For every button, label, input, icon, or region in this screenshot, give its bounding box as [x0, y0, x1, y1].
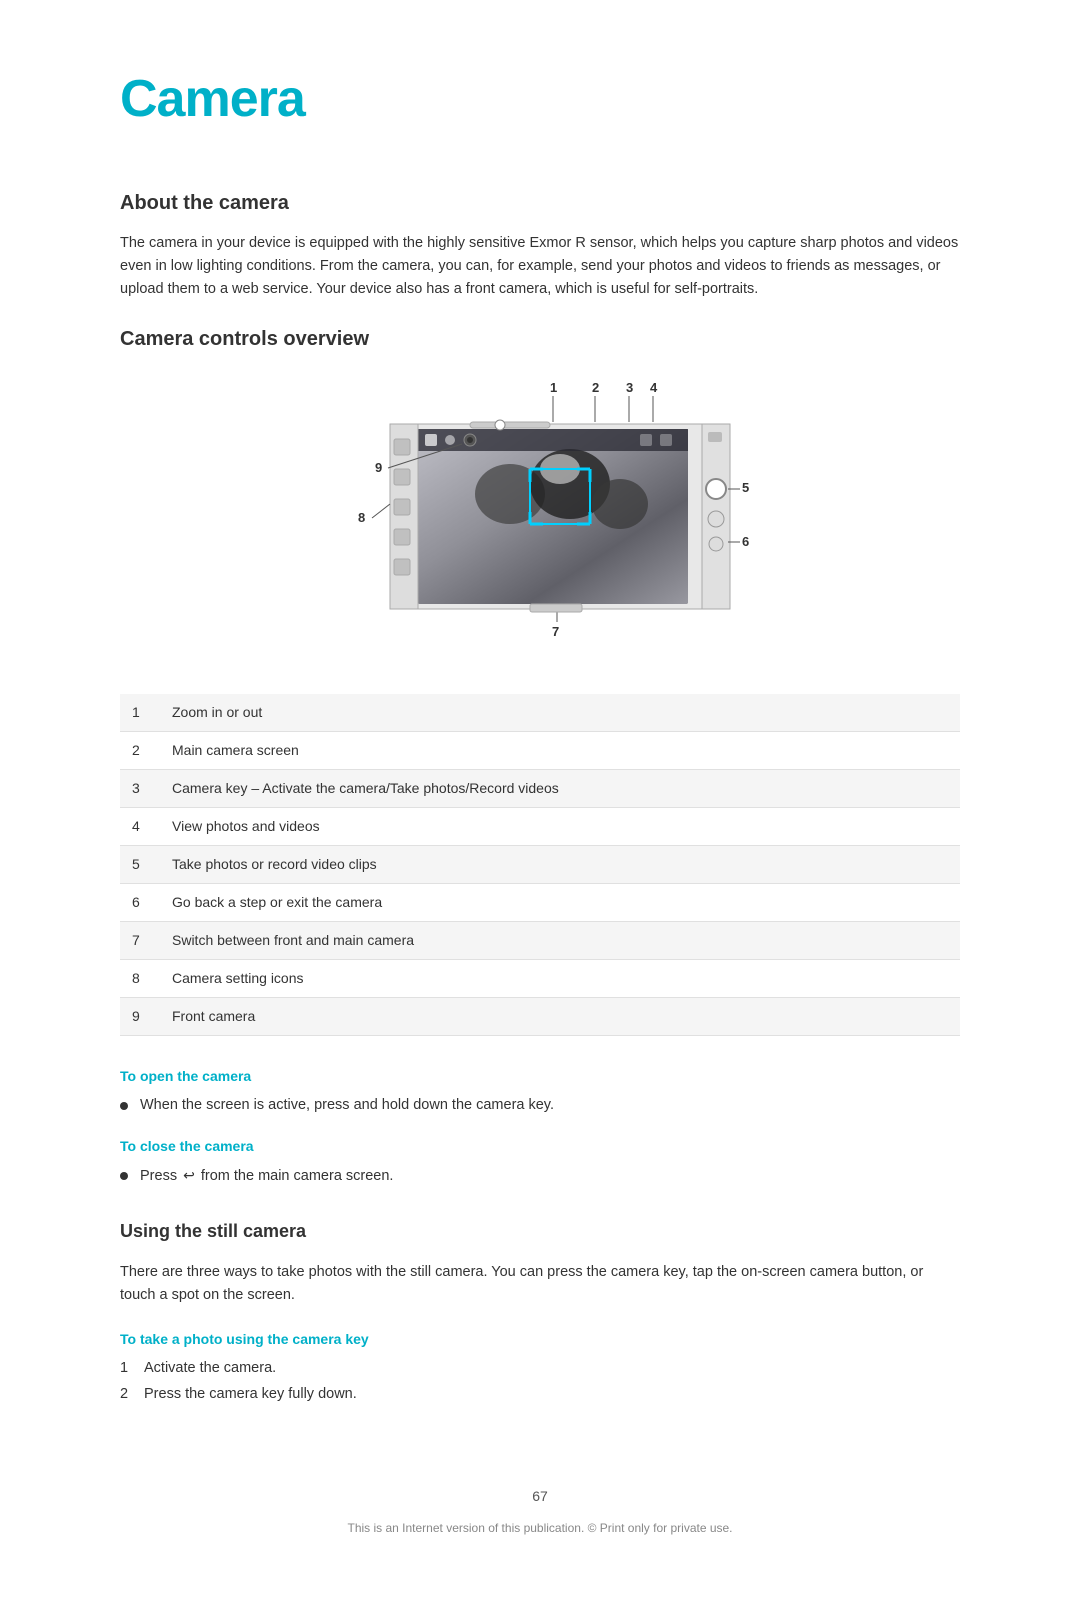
camera-left-icon-5 — [394, 559, 410, 575]
open-camera-heading: To open the camera — [120, 1066, 960, 1087]
take-photo-steps: 1 Activate the camera.2 Press the camera… — [120, 1358, 960, 1406]
table-row: 5Take photos or record video clips — [120, 845, 960, 883]
diagram-label-4: 4 — [650, 380, 658, 395]
table-row: 8Camera setting icons — [120, 959, 960, 997]
camera-subject-3 — [592, 479, 648, 529]
close-camera-list: Press ↩ from the main camera screen. — [120, 1165, 960, 1188]
table-cell-description: Camera key – Activate the camera/Take ph… — [160, 769, 960, 807]
open-camera-bullet: When the screen is active, press and hol… — [120, 1095, 960, 1117]
table-row: 1Zoom in or out — [120, 694, 960, 732]
camera-top-icon-1 — [425, 434, 437, 446]
take-photo-step: 2 Press the camera key fully down. — [120, 1384, 960, 1406]
diagram-label-2: 2 — [592, 380, 599, 395]
step-text: Press the camera key fully down. — [144, 1384, 357, 1406]
camera-top-icon-3 — [640, 434, 652, 446]
bullet-dot-1 — [120, 1102, 128, 1110]
take-photo-heading: To take a photo using the camera key — [120, 1329, 960, 1350]
footer-note: This is an Internet version of this publ… — [120, 1519, 960, 1537]
table-cell-description: Camera setting icons — [160, 959, 960, 997]
still-camera-body: There are three ways to take photos with… — [120, 1261, 960, 1307]
take-photo-step: 1 Activate the camera. — [120, 1358, 960, 1380]
table-cell-number: 2 — [120, 731, 160, 769]
open-camera-text: When the screen is active, press and hol… — [140, 1095, 554, 1117]
table-cell-number: 4 — [120, 807, 160, 845]
camera-right-icon-3 — [709, 537, 723, 551]
close-camera-bullet: Press ↩ from the main camera screen. — [120, 1165, 960, 1188]
diagram-label-5: 5 — [742, 480, 749, 495]
table-cell-description: Main camera screen — [160, 731, 960, 769]
diagram-label-9: 9 — [375, 460, 382, 475]
camera-diagram: 1 2 3 4 — [180, 374, 960, 664]
camera-left-icon-3 — [394, 499, 410, 515]
camera-left-icon-2 — [394, 469, 410, 485]
front-camera-lens — [467, 437, 473, 443]
table-row: 3Camera key – Activate the camera/Take p… — [120, 769, 960, 807]
table-cell-description: Front camera — [160, 997, 960, 1035]
about-camera-body: The camera in your device is equipped wi… — [120, 232, 960, 302]
camera-left-icon-1 — [394, 439, 410, 455]
open-camera-list: When the screen is active, press and hol… — [120, 1095, 960, 1117]
camera-top-icon-4 — [660, 434, 672, 446]
about-camera-heading: About the camera — [120, 188, 960, 218]
bullet-dot-2 — [120, 1172, 128, 1180]
step-number: 1 — [120, 1358, 144, 1380]
table-cell-description: Take photos or record video clips — [160, 845, 960, 883]
camera-top-icon-2 — [445, 435, 455, 445]
table-cell-description: Zoom in or out — [160, 694, 960, 732]
table-cell-number: 3 — [120, 769, 160, 807]
table-row: 6Go back a step or exit the camera — [120, 883, 960, 921]
diagram-label-8: 8 — [358, 510, 365, 525]
camera-right-top-icon — [708, 432, 722, 442]
camera-bottom-switch — [530, 604, 582, 612]
diagram-label-7: 7 — [552, 624, 559, 639]
camera-shutter-button[interactable] — [706, 479, 726, 499]
zoom-slider-track — [470, 422, 550, 428]
camera-left-icon-4 — [394, 529, 410, 545]
table-cell-number: 1 — [120, 694, 160, 732]
table-row: 7Switch between front and main camera — [120, 921, 960, 959]
back-arrow-icon: ↩ — [183, 1165, 195, 1186]
diagram-line-8 — [372, 504, 390, 518]
table-cell-description: Switch between front and main camera — [160, 921, 960, 959]
table-row: 4View photos and videos — [120, 807, 960, 845]
controls-overview-heading: Camera controls overview — [120, 324, 960, 354]
table-cell-description: View photos and videos — [160, 807, 960, 845]
table-cell-number: 9 — [120, 997, 160, 1035]
diagram-label-3: 3 — [626, 380, 633, 395]
table-row: 9Front camera — [120, 997, 960, 1035]
table-cell-number: 7 — [120, 921, 160, 959]
table-cell-number: 5 — [120, 845, 160, 883]
page-footer: 67 This is an Internet version of this p… — [120, 1486, 960, 1537]
page-number: 67 — [120, 1486, 960, 1507]
controls-table: 1Zoom in or out2Main camera screen3Camer… — [120, 694, 960, 1036]
camera-right-icon-2 — [708, 511, 724, 527]
diagram-label-1: 1 — [550, 380, 557, 395]
table-cell-number: 8 — [120, 959, 160, 997]
table-cell-description: Go back a step or exit the camera — [160, 883, 960, 921]
step-text: Activate the camera. — [144, 1358, 276, 1380]
close-camera-text: Press ↩ from the main camera screen. — [140, 1165, 393, 1188]
zoom-slider-thumb[interactable] — [495, 420, 505, 430]
step-number: 2 — [120, 1384, 144, 1406]
close-camera-heading: To close the camera — [120, 1136, 960, 1157]
page-title: Camera — [120, 60, 960, 138]
still-camera-heading: Using the still camera — [120, 1218, 960, 1245]
table-cell-number: 6 — [120, 883, 160, 921]
diagram-label-6: 6 — [742, 534, 749, 549]
table-row: 2Main camera screen — [120, 731, 960, 769]
